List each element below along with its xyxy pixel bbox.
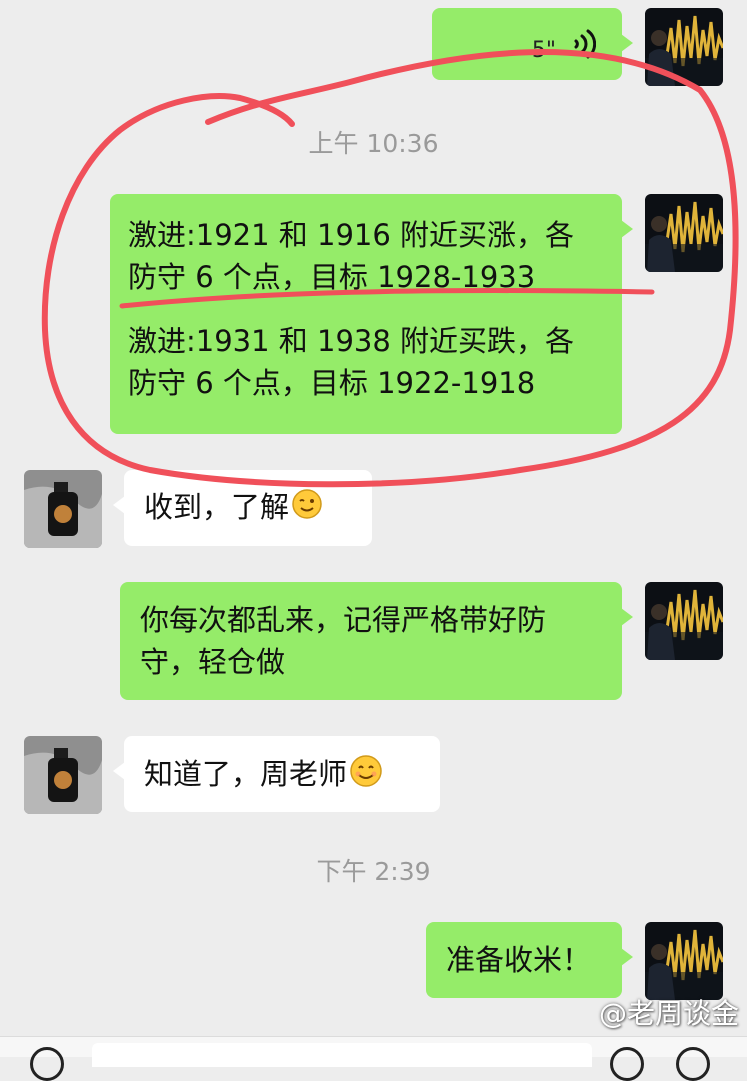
teacher-avatar[interactable]	[645, 922, 723, 1000]
voice-wave-icon	[572, 28, 597, 71]
student-avatar[interactable]	[24, 736, 102, 814]
voice-duration: 5"	[531, 38, 556, 63]
teacher-avatar[interactable]	[645, 8, 723, 86]
input-bar	[0, 1036, 747, 1081]
teacher-avatar[interactable]	[645, 194, 723, 272]
prepare-close-bubble[interactable]: 准备收米！	[426, 922, 633, 998]
received-ack-text: 收到，了解	[144, 490, 290, 524]
timestamp-afternoon: 下午 2:39	[316, 857, 431, 886]
voice-input-icon[interactable]	[30, 1047, 64, 1081]
received-know-bubble[interactable]: 知道了，周老师	[113, 736, 440, 812]
teacher-avatar[interactable]	[645, 582, 723, 660]
add-icon[interactable]	[676, 1047, 710, 1081]
timestamp-morning: 上午 10:36	[308, 129, 439, 158]
buy-signal-text: 激进:1921 和 1916 附近买涨，各 防守 6 个点，目标 1928-19…	[128, 218, 575, 294]
watermark: @老周谈金	[598, 997, 739, 1030]
wink-emoji-icon	[291, 488, 323, 531]
trade-signal-bubble[interactable]: 激进:1921 和 1916 附近买涨，各 防守 6 个点，目标 1928-19…	[110, 194, 633, 434]
teacher-warning-bubble[interactable]: 你每次都乱来，记得严格带好防 守，轻仓做	[120, 582, 633, 700]
received-ack-bubble[interactable]: 收到，了解	[113, 470, 372, 546]
received-know-text: 知道了，周老师	[144, 757, 348, 791]
student-avatar[interactable]	[24, 470, 102, 548]
sell-signal-text: 激进:1931 和 1938 附近买跌，各 防守 6 个点，目标 1922-19…	[128, 324, 575, 400]
message-input[interactable]	[92, 1043, 592, 1067]
smile-emoji-icon	[349, 754, 383, 799]
teacher-warning-text: 你每次都乱来，记得严格带好防 守，轻仓做	[140, 603, 547, 679]
prepare-close-text: 准备收米！	[446, 943, 592, 977]
emoji-input-icon[interactable]	[610, 1047, 644, 1081]
voice-message-bubble[interactable]: 5"	[432, 8, 633, 80]
